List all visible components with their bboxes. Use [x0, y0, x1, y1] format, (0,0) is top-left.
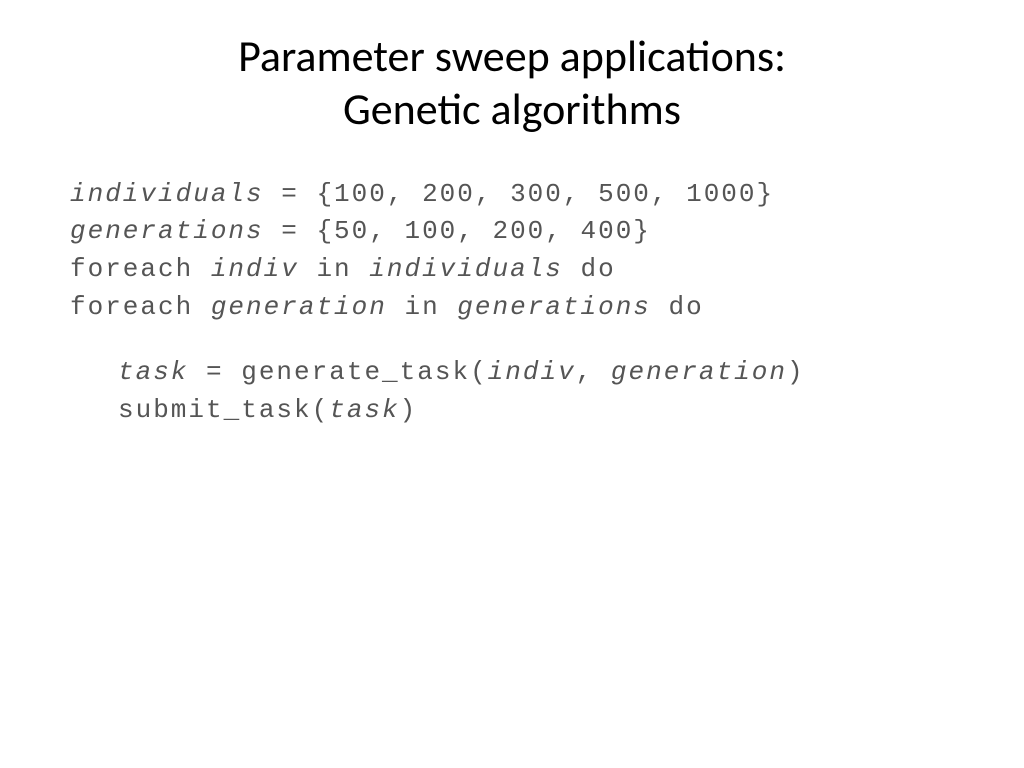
code-line-task: task = generate_task(indiv, generation) — [118, 354, 954, 392]
foreach-keyword-1: foreach — [70, 254, 211, 284]
comma: , — [576, 357, 611, 387]
title-line-2: Genetic algorithms — [343, 82, 681, 136]
code-line-generations: generations = {50, 100, 200, 400} — [70, 213, 954, 251]
foreach-keyword-2: foreach — [70, 292, 211, 322]
var-generation: generation — [211, 292, 387, 322]
var-generations-ref: generations — [457, 292, 651, 322]
arg-indiv: indiv — [488, 357, 576, 387]
code-indent-block: task = generate_task(indiv, generation) … — [70, 354, 954, 429]
do-keyword-2: do — [651, 292, 704, 322]
in-keyword-2: in — [387, 292, 457, 322]
close-paren-2: ) — [400, 395, 418, 425]
var-task: task — [118, 357, 188, 387]
arg-generation: generation — [611, 357, 787, 387]
individuals-values: = {100, 200, 300, 500, 1000} — [264, 179, 774, 209]
title-line-1: Parameter sweep applications: — [238, 29, 786, 83]
arg-task: task — [329, 395, 399, 425]
in-keyword-1: in — [299, 254, 369, 284]
slide-title: Parameter sweep applications: Genetic al… — [70, 30, 954, 136]
code-line-individuals: individuals = {100, 200, 300, 500, 1000} — [70, 176, 954, 214]
var-indiv: indiv — [211, 254, 299, 284]
var-generations: generations — [70, 216, 264, 246]
pseudocode-block: individuals = {100, 200, 300, 500, 1000}… — [70, 176, 954, 430]
slide-content: Parameter sweep applications: Genetic al… — [0, 0, 1024, 470]
code-line-submit: submit_task(task) — [118, 392, 954, 430]
var-individuals: individuals — [70, 179, 264, 209]
generations-values: = {50, 100, 200, 400} — [264, 216, 651, 246]
code-line-foreach-1: foreach indiv in individuals do — [70, 251, 954, 289]
generate-task-call: = generate_task( — [188, 357, 487, 387]
var-individuals-ref: individuals — [369, 254, 563, 284]
do-keyword-1: do — [563, 254, 616, 284]
code-line-foreach-2: foreach generation in generations do — [70, 289, 954, 327]
close-paren-1: ) — [787, 357, 805, 387]
submit-task-call: submit_task( — [118, 395, 329, 425]
